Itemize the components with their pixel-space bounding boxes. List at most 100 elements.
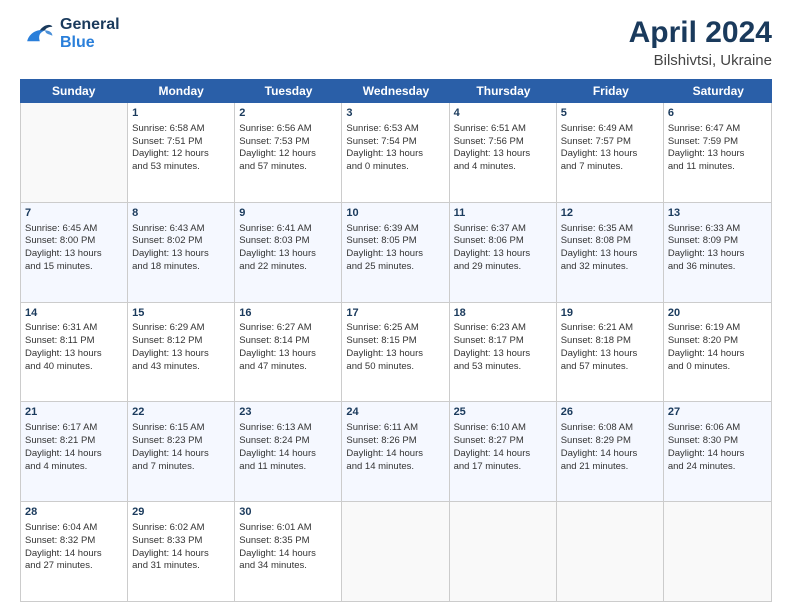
sunset-text: Sunset: 8:30 PM <box>668 435 767 448</box>
daylight-hours-minutes: and 0 minutes. <box>668 361 767 374</box>
calendar-cell-1-6: 5Sunrise: 6:49 AMSunset: 7:57 PMDaylight… <box>557 103 664 202</box>
daylight-hours-minutes: and 27 minutes. <box>25 560 123 573</box>
daylight-hours-label: Daylight: 14 hours <box>346 448 444 461</box>
sunrise-text: Sunrise: 6:58 AM <box>132 123 230 136</box>
logo-bird-icon <box>20 16 56 52</box>
day-header-tuesday: Tuesday <box>235 79 342 103</box>
sunset-text: Sunset: 7:53 PM <box>239 136 337 149</box>
sunrise-text: Sunrise: 6:19 AM <box>668 322 767 335</box>
calendar-row-4: 21Sunrise: 6:17 AMSunset: 8:21 PMDayligh… <box>21 402 771 502</box>
sunrise-text: Sunrise: 6:51 AM <box>454 123 552 136</box>
day-header-monday: Monday <box>127 79 234 103</box>
daylight-hours-minutes: and 34 minutes. <box>239 560 337 573</box>
daylight-hours-label: Daylight: 14 hours <box>561 448 659 461</box>
sunrise-text: Sunrise: 6:02 AM <box>132 522 230 535</box>
day-header-thursday: Thursday <box>450 79 557 103</box>
sunrise-text: Sunrise: 6:11 AM <box>346 422 444 435</box>
sunset-text: Sunset: 8:32 PM <box>25 535 123 548</box>
daylight-hours-minutes: and 53 minutes. <box>132 161 230 174</box>
day-header-sunday: Sunday <box>20 79 127 103</box>
day-number: 14 <box>25 306 123 321</box>
day-number: 21 <box>25 405 123 420</box>
daylight-hours-label: Daylight: 14 hours <box>25 548 123 561</box>
logo-blue-text: Blue <box>60 34 120 52</box>
daylight-hours-minutes: and 43 minutes. <box>132 361 230 374</box>
day-number: 19 <box>561 306 659 321</box>
day-number: 24 <box>346 405 444 420</box>
sunrise-text: Sunrise: 6:39 AM <box>346 223 444 236</box>
sunrise-text: Sunrise: 6:08 AM <box>561 422 659 435</box>
sunrise-text: Sunrise: 6:45 AM <box>25 223 123 236</box>
sunrise-text: Sunrise: 6:33 AM <box>668 223 767 236</box>
sunset-text: Sunset: 8:26 PM <box>346 435 444 448</box>
daylight-hours-label: Daylight: 14 hours <box>668 348 767 361</box>
calendar-row-1: 1Sunrise: 6:58 AMSunset: 7:51 PMDaylight… <box>21 103 771 203</box>
sunrise-text: Sunrise: 6:15 AM <box>132 422 230 435</box>
day-number: 25 <box>454 405 552 420</box>
daylight-hours-label: Daylight: 12 hours <box>239 148 337 161</box>
sunrise-text: Sunrise: 6:01 AM <box>239 522 337 535</box>
day-number: 15 <box>132 306 230 321</box>
sunrise-text: Sunrise: 6:47 AM <box>668 123 767 136</box>
day-number: 2 <box>239 106 337 121</box>
calendar-cell-2-6: 12Sunrise: 6:35 AMSunset: 8:08 PMDayligh… <box>557 203 664 302</box>
day-number: 10 <box>346 206 444 221</box>
daylight-hours-label: Daylight: 13 hours <box>561 248 659 261</box>
daylight-hours-label: Daylight: 13 hours <box>25 248 123 261</box>
daylight-hours-label: Daylight: 13 hours <box>454 248 552 261</box>
sunrise-text: Sunrise: 6:41 AM <box>239 223 337 236</box>
sunrise-text: Sunrise: 6:23 AM <box>454 322 552 335</box>
calendar-cell-3-1: 14Sunrise: 6:31 AMSunset: 8:11 PMDayligh… <box>21 303 128 402</box>
calendar-cell-3-5: 18Sunrise: 6:23 AMSunset: 8:17 PMDayligh… <box>450 303 557 402</box>
daylight-hours-label: Daylight: 13 hours <box>561 148 659 161</box>
day-number: 7 <box>25 206 123 221</box>
day-number: 12 <box>561 206 659 221</box>
sunset-text: Sunset: 8:18 PM <box>561 335 659 348</box>
calendar-cell-3-6: 19Sunrise: 6:21 AMSunset: 8:18 PMDayligh… <box>557 303 664 402</box>
day-header-friday: Friday <box>557 79 664 103</box>
sunset-text: Sunset: 8:33 PM <box>132 535 230 548</box>
daylight-hours-label: Daylight: 14 hours <box>25 448 123 461</box>
day-number: 17 <box>346 306 444 321</box>
daylight-hours-minutes: and 17 minutes. <box>454 461 552 474</box>
calendar-cell-5-7 <box>664 502 771 601</box>
calendar-row-3: 14Sunrise: 6:31 AMSunset: 8:11 PMDayligh… <box>21 303 771 403</box>
sunset-text: Sunset: 8:06 PM <box>454 235 552 248</box>
page: General Blue April 2024 Bilshivtsi, Ukra… <box>0 0 792 612</box>
calendar-cell-1-3: 2Sunrise: 6:56 AMSunset: 7:53 PMDaylight… <box>235 103 342 202</box>
sunset-text: Sunset: 8:11 PM <box>25 335 123 348</box>
day-number: 23 <box>239 405 337 420</box>
sunset-text: Sunset: 8:15 PM <box>346 335 444 348</box>
header: General Blue April 2024 Bilshivtsi, Ukra… <box>20 16 772 69</box>
daylight-hours-minutes: and 57 minutes. <box>239 161 337 174</box>
day-number: 3 <box>346 106 444 121</box>
daylight-hours-label: Daylight: 14 hours <box>239 448 337 461</box>
calendar-body: 1Sunrise: 6:58 AMSunset: 7:51 PMDaylight… <box>20 103 772 602</box>
sunset-text: Sunset: 7:54 PM <box>346 136 444 149</box>
daylight-hours-minutes: and 57 minutes. <box>561 361 659 374</box>
sunrise-text: Sunrise: 6:13 AM <box>239 422 337 435</box>
sunrise-text: Sunrise: 6:10 AM <box>454 422 552 435</box>
daylight-hours-minutes: and 15 minutes. <box>25 261 123 274</box>
daylight-hours-label: Daylight: 14 hours <box>454 448 552 461</box>
daylight-hours-label: Daylight: 13 hours <box>454 348 552 361</box>
daylight-hours-label: Daylight: 13 hours <box>668 248 767 261</box>
calendar-cell-5-1: 28Sunrise: 6:04 AMSunset: 8:32 PMDayligh… <box>21 502 128 601</box>
day-number: 11 <box>454 206 552 221</box>
calendar-cell-2-3: 9Sunrise: 6:41 AMSunset: 8:03 PMDaylight… <box>235 203 342 302</box>
daylight-hours-label: Daylight: 13 hours <box>239 348 337 361</box>
sunset-text: Sunset: 8:12 PM <box>132 335 230 348</box>
daylight-hours-label: Daylight: 14 hours <box>239 548 337 561</box>
sunset-text: Sunset: 8:08 PM <box>561 235 659 248</box>
day-number: 6 <box>668 106 767 121</box>
main-title: April 2024 <box>629 16 772 50</box>
daylight-hours-minutes: and 21 minutes. <box>561 461 659 474</box>
daylight-hours-minutes: and 24 minutes. <box>668 461 767 474</box>
day-number: 1 <box>132 106 230 121</box>
calendar-cell-3-2: 15Sunrise: 6:29 AMSunset: 8:12 PMDayligh… <box>128 303 235 402</box>
day-number: 16 <box>239 306 337 321</box>
sunset-text: Sunset: 8:02 PM <box>132 235 230 248</box>
calendar-cell-3-7: 20Sunrise: 6:19 AMSunset: 8:20 PMDayligh… <box>664 303 771 402</box>
day-number: 28 <box>25 505 123 520</box>
day-number: 30 <box>239 505 337 520</box>
